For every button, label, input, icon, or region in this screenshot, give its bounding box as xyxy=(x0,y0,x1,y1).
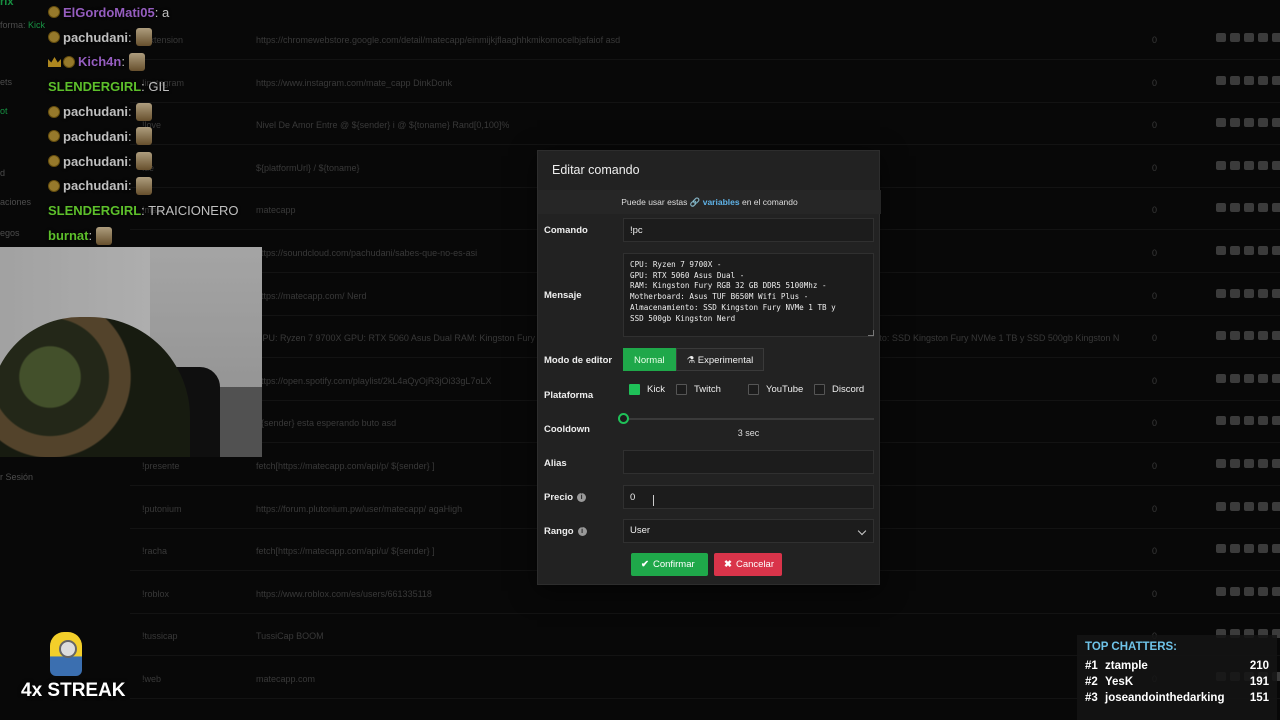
confirm-button[interactable]: ✔ Confirmar xyxy=(631,553,708,576)
price-label-text: Precio xyxy=(544,492,574,503)
alias-label: Alias xyxy=(544,458,567,469)
top-chatter-count: 210 xyxy=(1249,660,1269,672)
platform-label: Plataforma xyxy=(544,390,594,401)
streak-label: 4x STREAK xyxy=(21,680,126,701)
editor-mode-toggle: Normal ⚗ Experimental xyxy=(623,348,765,371)
check-icon: ✔ xyxy=(641,559,649,570)
top-chatter-name: joseandointhedarking xyxy=(1105,692,1225,704)
platform-kick[interactable]: Kick xyxy=(629,384,665,395)
platform-discord[interactable]: Discord xyxy=(814,384,864,395)
chevron-down-icon xyxy=(857,526,867,536)
variables-info-prefix: Puede usar estas xyxy=(621,197,688,207)
price-input[interactable] xyxy=(623,485,874,509)
top-chatter-row: #2 YesK 191 xyxy=(1085,674,1269,690)
youtube-label: YouTube xyxy=(766,384,804,395)
cooldown-label: Cooldown xyxy=(544,424,590,435)
variables-info-suffix: en el comando xyxy=(741,197,798,207)
cancel-label: Cancelar xyxy=(735,559,774,570)
platform-twitch[interactable]: Twitch xyxy=(676,384,721,395)
top-chatter-count: 191 xyxy=(1249,676,1269,688)
text-cursor-icon xyxy=(653,495,655,506)
twitch-label: Twitch xyxy=(694,384,721,395)
cancel-button[interactable]: ✖ Cancelar xyxy=(714,553,782,576)
top-chatter-rank: #1 xyxy=(1085,660,1098,672)
cooldown-slider-track[interactable] xyxy=(623,418,874,420)
rank-selected-value: User xyxy=(630,525,651,536)
confirm-label: Confirmar xyxy=(652,559,695,570)
top-chatter-row: #1 ztample 210 xyxy=(1085,658,1269,674)
minion-icon xyxy=(50,632,82,676)
twitch-checkbox[interactable] xyxy=(676,384,687,395)
cooldown-value: 3 sec xyxy=(737,428,760,438)
platform-youtube[interactable]: YouTube xyxy=(748,384,803,395)
discord-checkbox[interactable] xyxy=(814,384,825,395)
message-label: Mensaje xyxy=(544,290,582,301)
editor-mode-experimental[interactable]: ⚗ Experimental xyxy=(675,348,765,371)
command-label: Comando xyxy=(544,225,588,236)
top-chatters-title: TOP CHATTERS: xyxy=(1085,641,1178,653)
kick-checkbox[interactable] xyxy=(629,384,640,395)
top-chatter-row: #3 joseandointhedarking 151 xyxy=(1085,690,1269,706)
top-chatter-rank: #3 xyxy=(1085,692,1098,704)
edit-command-modal: Editar comando Puede usar estas 🔗 variab… xyxy=(537,150,881,585)
close-icon: ✖ xyxy=(724,559,732,570)
command-input[interactable] xyxy=(623,218,874,242)
editor-mode-label: Modo de editor xyxy=(544,355,613,366)
rank-label: Rango i xyxy=(544,526,587,537)
info-icon[interactable]: i xyxy=(577,493,587,502)
cooldown-slider-handle[interactable] xyxy=(618,413,629,424)
discord-label: Discord xyxy=(832,384,865,395)
info-icon[interactable]: i xyxy=(577,527,587,536)
top-chatter-name: YesK xyxy=(1105,676,1134,688)
variables-link[interactable]: 🔗 variables xyxy=(690,197,740,207)
rank-select[interactable]: User xyxy=(623,519,874,543)
top-chatter-name: ztample xyxy=(1105,660,1148,672)
price-label: Precio i xyxy=(544,492,587,503)
modal-title: Editar comando xyxy=(552,163,640,177)
editor-mode-normal[interactable]: Normal xyxy=(623,348,676,371)
top-chatter-rank: #2 xyxy=(1085,676,1098,688)
rank-label-text: Rango xyxy=(544,526,574,537)
message-textarea[interactable]: CPU: Ryzen 7 9700X - GPU: RTX 5060 Asus … xyxy=(623,253,874,337)
textarea-resize-handle[interactable] xyxy=(868,330,874,336)
kick-label: Kick xyxy=(647,384,665,395)
alias-input[interactable] xyxy=(623,450,874,474)
top-chatter-count: 151 xyxy=(1249,692,1269,704)
youtube-checkbox[interactable] xyxy=(748,384,759,395)
screen: rix forma: Kick ets ot d aciones egos r … xyxy=(0,0,1280,720)
variables-info: Puede usar estas 🔗 variables en el coman… xyxy=(538,190,881,214)
top-chatters-panel: TOP CHATTERS: #1 ztample 210 #2 YesK 191… xyxy=(1077,635,1277,720)
